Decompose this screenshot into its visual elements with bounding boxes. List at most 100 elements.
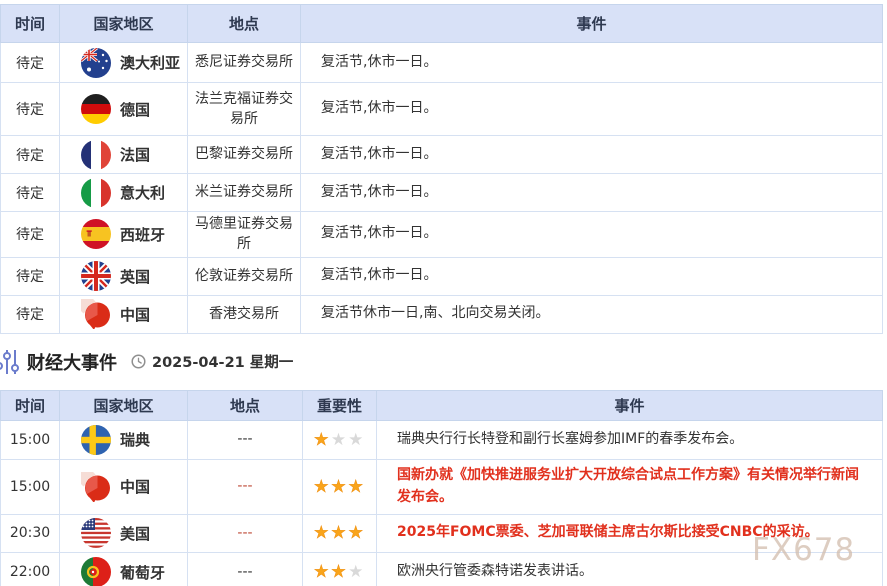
event-description: 复活节,休市一日。 [301,212,883,258]
star-filled-icon: ★ [314,477,331,497]
market-holiday-table: 时间国家地区地点事件 待定澳大利亚悉尼证券交易所复活节,休市一日。待定德国法兰克… [0,4,883,334]
column-header: 地点 [188,5,301,43]
star-filled-icon: ★ [331,562,348,582]
section-date: 2025-04-21 星期一 [152,351,293,372]
column-header: 事件 [377,390,883,420]
column-header: 地点 [188,390,303,420]
star-empty-icon: ★ [348,430,365,450]
holiday-row: 待定 法国 巴黎证券交易所复活节,休市一日。 [1,136,883,174]
event-time: 待定 [1,257,60,295]
country-cell-td: 瑞典 [60,420,188,459]
star-empty-icon: ★ [331,430,348,450]
economic-events-table: 时间国家地区地点重要性事件 15:00瑞典---★★★瑞典央行行长特登和副行长塞… [0,390,883,586]
holiday-row: 待定 意大利 米兰证券交易所复活节,休市一日。 [1,174,883,212]
event-row: 20:30美国---★★★2025年FOMC票委、芝加哥联储主席古尔斯比接受CN… [1,514,883,552]
country-name: 意大利 [120,182,165,203]
event-time: 22:00 [1,552,60,586]
australia-flag-icon [81,48,111,78]
country-name: 葡萄牙 [120,562,165,583]
event-description: 国新办就《加快推进服务业扩大开放综合试点工作方案》有关情况举行新闻发布会。 [377,459,883,514]
holiday-row: 待定 英国 伦敦证券交易所复活节,休市一日。 [1,257,883,295]
country-name: 中国 [120,476,150,497]
country-cell-td: 法国 [60,136,188,174]
event-description: 复活节,休市一日。 [301,174,883,212]
importance-stars: ★★★ [303,514,377,552]
importance-stars: ★★★ [303,552,377,586]
country-name: 西班牙 [120,224,165,245]
event-location: 米兰证券交易所 [188,174,301,212]
holiday-row: 待定 澳大利亚悉尼证券交易所复活节,休市一日。 [1,43,883,83]
events-section-header: 财经大事件 2025-04-21 星期一 [0,334,887,390]
sweden-flag-icon [81,425,111,455]
country-cell-td: 葡萄牙 [60,552,188,586]
event-time: 15:00 [1,459,60,514]
star-filled-icon: ★ [331,523,348,543]
star-filled-icon: ★ [314,562,331,582]
france-flag-icon [81,140,111,170]
event-location: 法兰克福证券交易所 [188,83,301,136]
event-description: 2025年FOMC票委、芝加哥联储主席古尔斯比接受CNBC的采访。 [377,514,883,552]
event-location: 香港交易所 [188,295,301,333]
event-description: 欧洲央行管委森特诺发表讲话。 [377,552,883,586]
italy-flag-icon [81,178,111,208]
economic-calendar-page: 时间国家地区地点事件 待定澳大利亚悉尼证券交易所复活节,休市一日。待定德国法兰克… [0,0,887,586]
event-location: --- [188,552,303,586]
event-time: 待定 [1,212,60,258]
event-description: 瑞典央行行长特登和副行长塞姆参加IMF的春季发布会。 [377,420,883,459]
importance-stars: ★★★ [303,420,377,459]
event-location: --- [188,420,303,459]
star-filled-icon: ★ [348,523,365,543]
section-title: 财经大事件 [27,349,117,375]
event-location: --- [188,459,303,514]
event-time: 待定 [1,174,60,212]
importance-stars: ★★★ [303,459,377,514]
column-header: 时间 [1,5,60,43]
event-description: 复活节,休市一日。 [301,83,883,136]
clock-icon [131,354,146,369]
country-cell-td: 英国 [60,257,188,295]
event-time: 待定 [1,83,60,136]
star-filled-icon: ★ [314,523,331,543]
event-location: --- [188,514,303,552]
event-description: 复活节,休市一日。 [301,257,883,295]
holiday-table-header-row: 时间国家地区地点事件 [1,5,883,43]
germany-flag-icon [81,94,111,124]
column-header: 国家地区 [60,5,188,43]
event-time: 待定 [1,136,60,174]
country-name: 瑞典 [120,429,150,450]
event-location: 马德里证券交易所 [188,212,301,258]
event-description: 复活节,休市一日。 [301,43,883,83]
country-name: 英国 [120,266,150,287]
star-filled-icon: ★ [348,477,365,497]
portugal-flag-icon [81,557,111,586]
star-filled-icon: ★ [314,430,331,450]
event-time: 20:30 [1,514,60,552]
uk-flag-icon [81,261,111,291]
events-table-header-row: 时间国家地区地点重要性事件 [1,390,883,420]
star-empty-icon: ★ [348,562,365,582]
event-row: 15:00中国---★★★国新办就《加快推进服务业扩大开放综合试点工作方案》有关… [1,459,883,514]
country-name: 法国 [120,144,150,165]
country-cell-td: 美国 [60,514,188,552]
event-description: 复活节,休市一日。 [301,136,883,174]
country-cell-td: 意大利 [60,174,188,212]
event-location: 悉尼证券交易所 [188,43,301,83]
column-header: 事件 [301,5,883,43]
country-cell-td: 中国 [60,459,188,514]
china-flag-icon [81,299,111,329]
event-time: 待定 [1,43,60,83]
event-location: 伦敦证券交易所 [188,257,301,295]
holiday-row: 待定 西班牙 马德里证券交易所复活节,休市一日。 [1,212,883,258]
column-header: 国家地区 [60,390,188,420]
event-location: 巴黎证券交易所 [188,136,301,174]
country-name: 美国 [120,523,150,544]
country-name: 澳大利亚 [120,52,180,73]
event-time: 待定 [1,295,60,333]
column-header: 时间 [1,390,60,420]
country-cell-td: 德国 [60,83,188,136]
hierarchy-icon [0,348,20,376]
country-cell-td: 西班牙 [60,212,188,258]
usa-flag-icon [81,518,111,548]
event-description: 复活节休市一日,南、北向交易关闭。 [301,295,883,333]
china-flag-icon [81,472,111,502]
